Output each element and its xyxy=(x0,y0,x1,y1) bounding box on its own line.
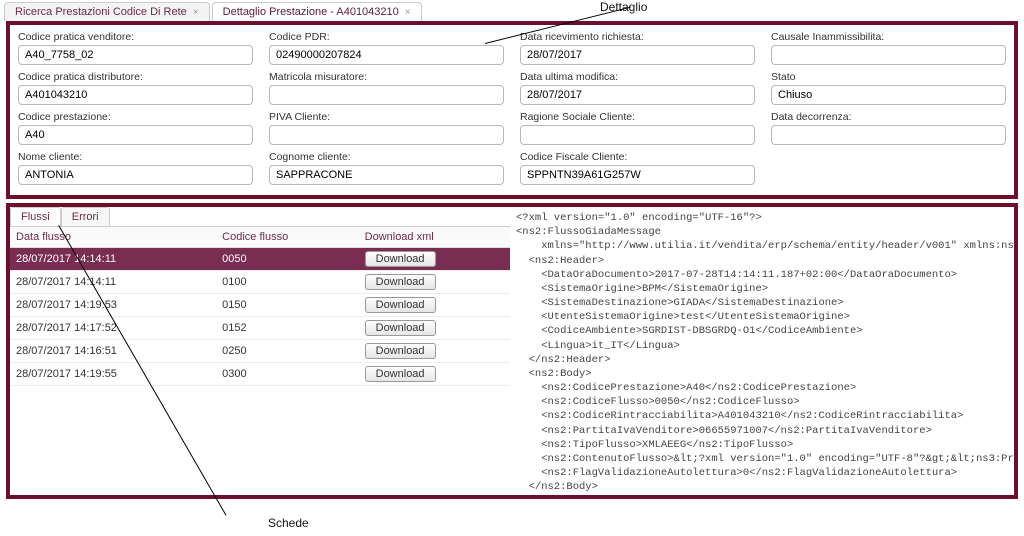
cell-download: Download xyxy=(359,294,510,317)
col-codice-flusso[interactable]: Codice flusso xyxy=(216,227,358,248)
table-row[interactable]: 28/07/2017 14:19:550300 Download xyxy=(10,363,510,386)
main-tabs: Ricerca Prestazioni Codice Di Rete × Det… xyxy=(0,0,1024,21)
close-icon[interactable]: × xyxy=(193,7,199,18)
cell-download: Download xyxy=(359,340,510,363)
field-label: PIVA Cliente: xyxy=(269,111,504,123)
close-icon[interactable]: × xyxy=(405,7,411,18)
cognome-cliente-input[interactable] xyxy=(269,165,504,185)
matricola-misuratore-input[interactable] xyxy=(269,85,504,105)
cell-data-flusso: 28/07/2017 14:14:11 xyxy=(10,271,216,294)
tab-ricerca[interactable]: Ricerca Prestazioni Codice Di Rete × xyxy=(4,2,210,21)
download-button[interactable]: Download xyxy=(365,320,436,336)
cell-download: Download xyxy=(359,317,510,340)
field-label: Data ricevimento richiesta: xyxy=(520,31,755,43)
table-row[interactable]: 28/07/2017 14:17:520152Download xyxy=(10,317,510,340)
tab-label: Ricerca Prestazioni Codice Di Rete xyxy=(15,6,187,18)
col-download[interactable]: Download xml xyxy=(359,227,510,248)
data-ricevimento-input[interactable] xyxy=(520,45,755,65)
field-label: Causale Inammissibilita: xyxy=(771,31,1006,43)
field-label: Matricola misuratore: xyxy=(269,71,504,83)
field-codice-fiscale: Codice Fiscale Cliente: xyxy=(520,151,755,185)
detail-panel: Codice pratica venditore: Codice PDR: Da… xyxy=(6,21,1018,199)
field-nome-cliente: Nome cliente: xyxy=(18,151,253,185)
field-data-ricevimento: Data ricevimento richiesta: xyxy=(520,31,755,65)
cell-codice-flusso: 0152 xyxy=(216,317,358,340)
field-stato: Stato xyxy=(771,71,1006,105)
codice-prestazione-input[interactable] xyxy=(18,125,253,145)
tab-label: Dettaglio Prestazione - A401043210 xyxy=(223,6,399,18)
sub-tab-flussi[interactable]: Flussi xyxy=(10,207,61,226)
field-label: Codice pratica venditore: xyxy=(18,31,253,43)
stato-input[interactable] xyxy=(771,85,1006,105)
tab-dettaglio[interactable]: Dettaglio Prestazione - A401043210 × xyxy=(212,2,422,21)
data-ultima-modifica-input[interactable] xyxy=(520,85,755,105)
field-label: Nome cliente: xyxy=(18,151,253,163)
field-label: Codice pratica distributore: xyxy=(18,71,253,83)
field-causale-inammissibilita: Causale Inammissibilita: xyxy=(771,31,1006,65)
field-data-ultima-modifica: Data ultima modifica: xyxy=(520,71,755,105)
table-row[interactable]: 28/07/2017 14:14:110100 Download xyxy=(10,271,510,294)
field-codice-prestazione: Codice prestazione: xyxy=(18,111,253,145)
download-button[interactable]: Download xyxy=(365,297,436,313)
field-label: Codice Fiscale Cliente: xyxy=(520,151,755,163)
data-decorrenza-input[interactable] xyxy=(771,125,1006,145)
download-button[interactable]: Download xyxy=(365,251,436,267)
table-row[interactable]: 28/07/2017 14:19:530150 Download xyxy=(10,294,510,317)
cell-data-flusso: 28/07/2017 14:19:53 xyxy=(10,294,216,317)
field-label: Data ultima modifica: xyxy=(520,71,755,83)
field-label: Cognome cliente: xyxy=(269,151,504,163)
cell-data-flusso: 28/07/2017 14:19:55 xyxy=(10,363,216,386)
download-button[interactable]: Download xyxy=(365,343,436,359)
codice-pdr-input[interactable] xyxy=(269,45,504,65)
cell-data-flusso: 28/07/2017 14:14:11 xyxy=(10,248,216,271)
field-label: Codice PDR: xyxy=(269,31,504,43)
xml-preview[interactable]: <?xml version="1.0" encoding="UTF-16"?> … xyxy=(510,207,1014,495)
download-button[interactable]: Download xyxy=(365,366,436,382)
table-row[interactable]: 28/07/2017 14:16:510250 Download xyxy=(10,340,510,363)
cell-codice-flusso: 0050 xyxy=(216,248,358,271)
ragione-sociale-input[interactable] xyxy=(520,125,755,145)
table-row[interactable]: 28/07/2017 14:14:110050 Download xyxy=(10,248,510,271)
cell-codice-flusso: 0300 xyxy=(216,363,358,386)
field-ragione-sociale: Ragione Sociale Cliente: xyxy=(520,111,755,145)
codice-pratica-distributore-input[interactable] xyxy=(18,85,253,105)
nome-cliente-input[interactable] xyxy=(18,165,253,185)
codice-pratica-venditore-input[interactable] xyxy=(18,45,253,65)
cell-data-flusso: 28/07/2017 14:16:51 xyxy=(10,340,216,363)
piva-cliente-input[interactable] xyxy=(269,125,504,145)
cell-download: Download xyxy=(359,363,510,386)
field-codice-pratica-venditore: Codice pratica venditore: xyxy=(18,31,253,65)
flussi-pane: Flussi Errori Data flusso Codice flusso … xyxy=(10,207,510,495)
causale-inammissibilita-input[interactable] xyxy=(771,45,1006,65)
flussi-table: Data flusso Codice flusso Download xml 2… xyxy=(10,227,510,386)
col-data-flusso[interactable]: Data flusso xyxy=(10,227,216,248)
sub-panel: Flussi Errori Data flusso Codice flusso … xyxy=(6,203,1018,499)
field-label: Data decorrenza: xyxy=(771,111,1006,123)
sub-tabs: Flussi Errori xyxy=(10,207,510,227)
download-button[interactable]: Download xyxy=(365,274,436,290)
field-label: Codice prestazione: xyxy=(18,111,253,123)
field-codice-pdr: Codice PDR: xyxy=(269,31,504,65)
annotation-schede: Schede xyxy=(268,516,309,530)
cell-codice-flusso: 0100 xyxy=(216,271,358,294)
cell-codice-flusso: 0250 xyxy=(216,340,358,363)
sub-tab-errori[interactable]: Errori xyxy=(61,207,110,226)
cell-download: Download xyxy=(359,248,510,271)
codice-fiscale-input[interactable] xyxy=(520,165,755,185)
field-data-decorrenza: Data decorrenza: xyxy=(771,111,1006,145)
field-piva-cliente: PIVA Cliente: xyxy=(269,111,504,145)
cell-codice-flusso: 0150 xyxy=(216,294,358,317)
field-matricola-misuratore: Matricola misuratore: xyxy=(269,71,504,105)
field-cognome-cliente: Cognome cliente: xyxy=(269,151,504,185)
field-codice-pratica-distributore: Codice pratica distributore: xyxy=(18,71,253,105)
cell-download: Download xyxy=(359,271,510,294)
field-label: Stato xyxy=(771,71,1006,83)
field-label: Ragione Sociale Cliente: xyxy=(520,111,755,123)
